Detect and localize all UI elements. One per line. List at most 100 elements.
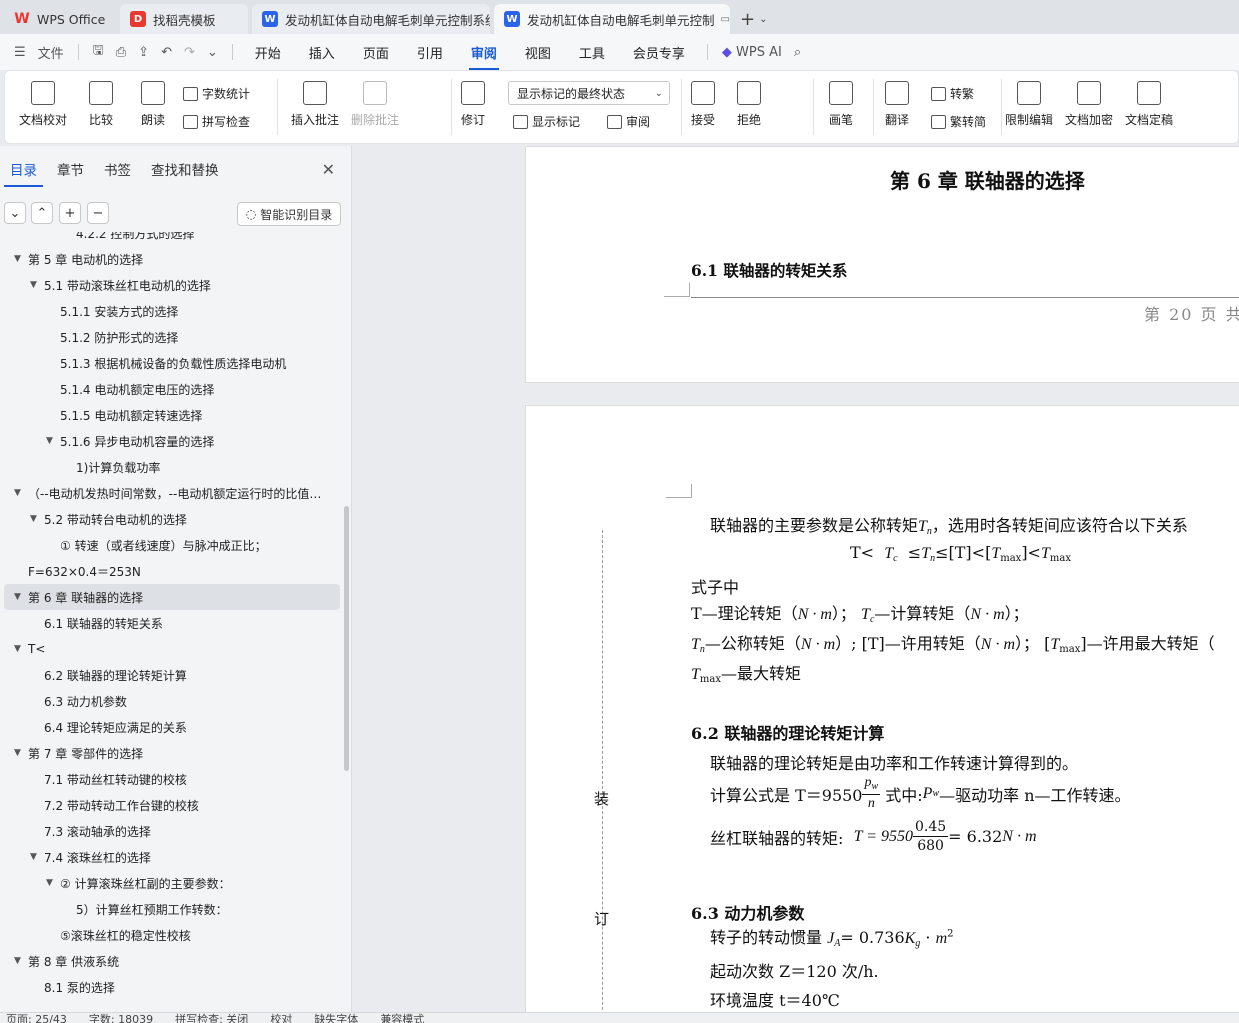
display-mode-select[interactable]: 显示标记的最终状态 ⌄ [508,81,670,105]
scrollbar[interactable] [344,506,349,771]
status-proof[interactable]: 校对 [270,1013,292,1023]
toc-toggle-icon[interactable]: ▼ [14,748,28,758]
compare-button[interactable]: 比较 [89,81,113,128]
status-words[interactable]: 字数: 18039 [89,1013,153,1023]
toc-item[interactable]: 5.1.5 电动机额定转速选择 [0,402,344,428]
nav-tab-chapters[interactable]: 章节 [51,159,90,179]
tab-wps-office[interactable]: W WPS Office [4,4,116,34]
menu-insert[interactable]: 插入 [309,43,335,62]
restrict-edit-button[interactable]: 限制编辑 [1005,81,1053,128]
insert-comment-button[interactable]: 插入批注 [291,81,339,128]
toc-item[interactable]: ▼ 7.4 滚珠丝杠的选择 [0,844,344,870]
toc-item[interactable]: 6.1 联轴器的转矩关系 [0,610,344,636]
redo-icon[interactable]: ↷ [184,45,195,60]
toc-item[interactable]: ⑤滚珠丝杠的稳定性校核 [0,922,344,948]
add-level-button[interactable]: + [59,202,81,224]
wps-ai-button[interactable]: ◆ WPS AI [722,45,782,60]
toc-item[interactable]: ▼ 第 8 章 供液系统 [0,948,344,974]
menu-tools[interactable]: 工具 [579,43,605,62]
toc-item[interactable]: 6.4 理论转矩应满足的关系 [0,714,344,740]
nav-tab-find-replace[interactable]: 查找和替换 [145,159,225,179]
reject-button[interactable]: 拒绝 [737,81,761,128]
delete-comment-button[interactable]: 删除批注 [351,81,399,128]
tab-document-2[interactable]: W 发动机缸体自动电解毛刺单元控制 ▭ ● [494,4,730,34]
toc-item[interactable]: ▼ 5.1.6 异步电动机容量的选择 [0,428,344,454]
close-icon[interactable]: ✕ [322,160,335,179]
new-tab-button[interactable]: + ⌄ [740,4,767,34]
toc-item[interactable]: 7.1 带动丝杠转动键的校核 [0,766,344,792]
toc-item[interactable]: ▼ 第 5 章 电动机的选择 [0,246,344,272]
toc-toggle-icon[interactable]: ▼ [14,488,28,498]
accept-button[interactable]: 接受 [691,81,715,128]
chevron-down-icon[interactable]: ⌄ [207,45,218,60]
toc-item[interactable]: 5.1.4 电动机额定电压的选择 [0,376,344,402]
toc-toggle-icon[interactable]: ▼ [30,280,44,290]
toc-item[interactable]: F=632×0.4＝253N [0,558,344,584]
file-menu[interactable]: 文件 [38,43,64,62]
doc-finalize-button[interactable]: 文档定稿 [1125,81,1173,128]
to-traditional-button[interactable]: 转繁 [931,85,974,102]
status-spell[interactable]: 拼写检查: 关闭 [175,1013,248,1023]
menu-review[interactable]: 审阅 [468,43,499,70]
toc-toggle-icon[interactable]: ▼ [30,852,44,862]
toc-item[interactable]: 6.3 动力机参数 [0,688,344,714]
nav-tab-toc[interactable]: 目录 [4,159,43,187]
menu-references[interactable]: 引用 [417,43,443,62]
toc-item[interactable]: 6.2 联轴器的理论转矩计算 [0,662,344,688]
toc-toggle-icon[interactable]: ▼ [14,592,28,602]
expand-down-button[interactable]: ⌄ [4,202,26,224]
toc-item[interactable]: 4.2.2 控制方式的选择 [0,232,344,246]
search-icon[interactable]: ⌕ [794,45,801,60]
toc-toggle-icon[interactable]: ▼ [46,878,60,888]
toc-item[interactable]: 7.3 滚动轴承的选择 [0,818,344,844]
hamburger-icon[interactable]: ☰ [14,45,26,60]
toc-item[interactable]: 5）计算丝杠预期工作转数： [0,896,344,922]
toc-toggle-icon[interactable]: ▼ [14,956,28,966]
toc-toggle-icon[interactable]: ▼ [14,254,28,264]
menu-home[interactable]: 开始 [255,43,281,62]
save-icon[interactable]: 🖫 [93,41,104,63]
toc-item[interactable]: ▼ 5.1 带动滚珠丝杠电动机的选择 [0,272,344,298]
nav-tab-bookmarks[interactable]: 书签 [98,159,137,179]
doc-encrypt-button[interactable]: 文档加密 [1065,81,1113,128]
translate-button[interactable]: 翻译 [885,81,909,128]
to-simplified-button[interactable]: 繁转简 [931,113,986,130]
read-aloud-button[interactable]: 朗读 [141,81,165,128]
menu-page[interactable]: 页面 [363,43,389,62]
tab-docer[interactable]: D 找稻壳模板 [120,4,248,34]
toc-toggle-icon[interactable]: ▼ [30,514,44,524]
unsaved-dot-icon[interactable]: ▭ ● [715,14,730,25]
toc-toggle-icon[interactable]: ▼ [14,644,28,654]
toc-item[interactable]: ▼ 第 7 章 零部件的选择 [0,740,344,766]
toc-item[interactable]: ▼ T< [0,636,344,662]
toc-item[interactable]: 8.1 泵的选择 [0,974,344,1000]
export-icon[interactable]: ⇪ [138,45,149,60]
toc-item[interactable]: 5.1.1 安装方式的选择 [0,298,344,324]
toc-item[interactable]: ▼ （--电动机发热时间常数，--电动机额定运行时的比值… [0,480,344,506]
print-icon[interactable]: ⎙ [116,45,126,60]
doc-proof-button[interactable]: 文档校对 [19,81,67,128]
toc-item[interactable]: ① 转速（或者线速度）与脉冲成正比； [0,532,344,558]
toc-item[interactable]: 5.1.3 根据机械设备的负载性质选择电动机 [0,350,344,376]
revise-button[interactable]: 修订 [461,81,485,128]
toc-toggle-icon[interactable]: ▼ [46,436,60,446]
toc-item[interactable]: ▼ ② 计算滚珠丝杠副的主要参数： [0,870,344,896]
toc-item[interactable]: ▼ 第 6 章 联轴器的选择 [4,584,340,610]
menu-view[interactable]: 视图 [525,43,551,62]
toc-item[interactable]: ▼ 5.2 带动转台电动机的选择 [0,506,344,532]
toc-item[interactable]: 1)计算负载功率 [0,454,344,480]
toc-item[interactable]: 7.2 带动转动工作台键的校核 [0,792,344,818]
tab-document-1[interactable]: W 发动机缸体自动电解毛刺单元控制系统 [252,4,490,34]
undo-icon[interactable]: ↶ [161,45,172,60]
status-missing-font[interactable]: 缺失字体 [314,1013,358,1023]
review-pane-button[interactable]: 审阅 [607,113,650,130]
status-page[interactable]: 页面: 25/43 [6,1013,67,1023]
show-markup-button[interactable]: 显示标记 [513,113,580,130]
remove-level-button[interactable]: − [87,202,109,224]
spell-check-button[interactable]: 拼写检查 [183,113,250,130]
collapse-up-button[interactable]: ⌃ [31,202,53,224]
toc-item[interactable]: 5.1.2 防护形式的选择 [0,324,344,350]
pen-button[interactable]: 画笔 [829,81,853,128]
menu-member[interactable]: 会员专享 [633,43,685,62]
word-count-button[interactable]: 字数统计 [183,85,250,102]
